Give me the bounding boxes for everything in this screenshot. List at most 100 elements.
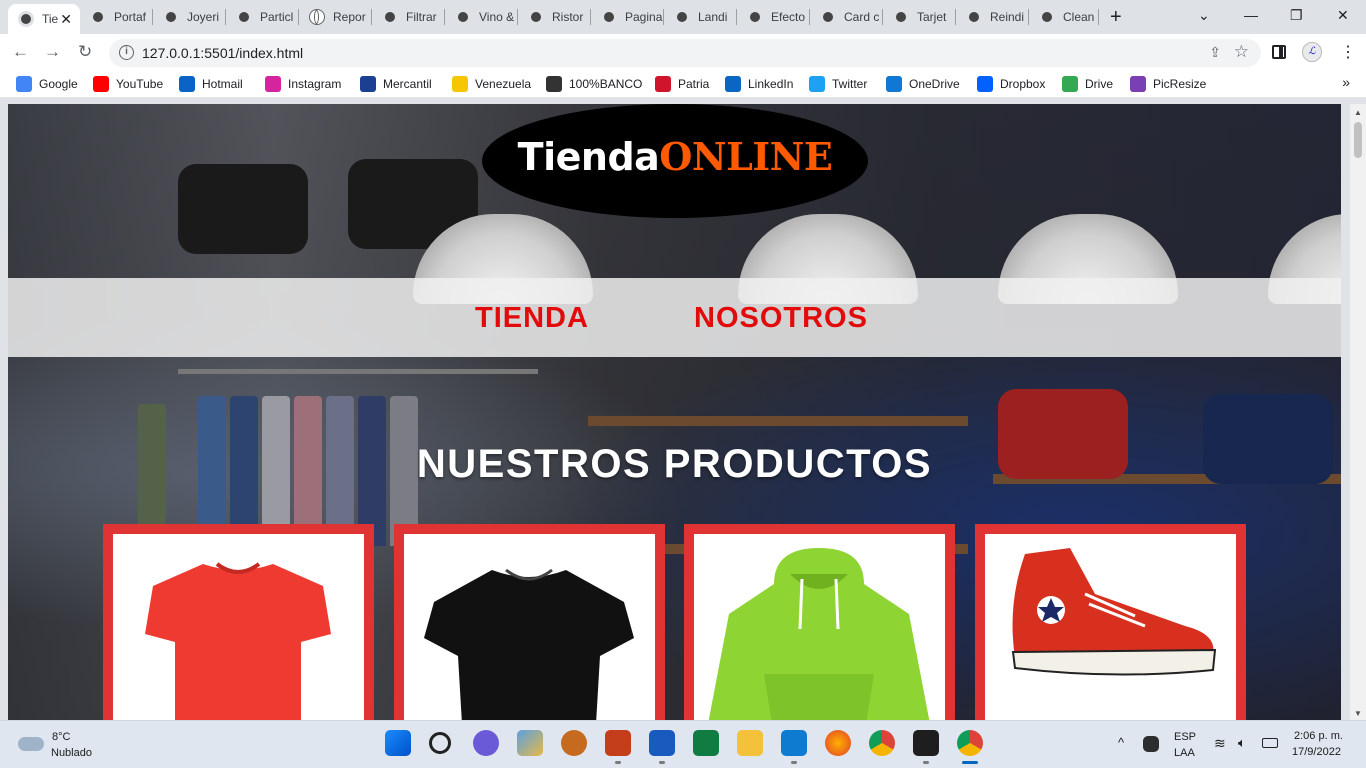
product-card[interactable]: [975, 524, 1246, 720]
browser-tab-bar: + ⌄ — ❐ ✕ Tie ✕ Portaf Joyeri Particl Repor Fi…: [0, 0, 1366, 34]
start-button-icon[interactable]: [385, 730, 411, 756]
nav-link-tienda[interactable]: TIENDA: [475, 302, 589, 335]
browser-tab[interactable]: Card c: [810, 4, 883, 30]
main-navigation: TIENDA NOSOTROS: [8, 278, 1341, 357]
bookmark-item[interactable]: OneDrive: [886, 76, 960, 92]
nav-link-nosotros[interactable]: NOSOTROS: [694, 302, 868, 335]
tab-label: Particl: [260, 10, 294, 24]
scroll-up-arrow-icon[interactable]: ▲: [1354, 108, 1362, 117]
browser-tab[interactable]: Tarjet: [883, 4, 956, 30]
browser-tab[interactable]: Joyeri: [153, 4, 226, 30]
word-icon[interactable]: [649, 730, 675, 756]
browser-tab[interactable]: Ristor: [518, 4, 591, 30]
browser-tab[interactable]: Portaf: [80, 4, 153, 30]
chrome-profile-icon[interactable]: [957, 730, 983, 756]
volume-icon[interactable]: 🔈︎: [1238, 735, 1246, 751]
browser-tab[interactable]: Repor: [299, 4, 372, 30]
running-indicator: [659, 761, 665, 764]
url-text[interactable]: 127.0.0.1:5501/index.html: [142, 45, 303, 61]
page-scrollbar[interactable]: ▲ ▼: [1350, 104, 1366, 720]
input-language[interactable]: ESP: [1174, 731, 1196, 743]
product-card[interactable]: [684, 524, 955, 720]
photos-app-icon[interactable]: [517, 730, 543, 756]
bookmark-item[interactable]: LinkedIn: [725, 76, 793, 92]
new-tab-button[interactable]: +: [1110, 6, 1122, 29]
browser-tab[interactable]: Efecto: [737, 4, 810, 30]
profile-avatar[interactable]: ℒ: [1302, 42, 1322, 62]
firefox-icon[interactable]: [825, 730, 851, 756]
scroll-down-arrow-icon[interactable]: ▼: [1354, 709, 1362, 718]
dropbox-tray-icon[interactable]: [1143, 736, 1159, 752]
bookmark-item[interactable]: Twitter: [809, 76, 867, 92]
wifi-icon[interactable]: ≋: [1214, 735, 1226, 752]
excel-icon[interactable]: [693, 730, 719, 756]
scrollbar-thumb[interactable]: [1354, 122, 1362, 158]
bookmark-item[interactable]: Google: [16, 76, 78, 92]
bookmark-item[interactable]: Drive: [1062, 76, 1113, 92]
vscode-icon[interactable]: [781, 730, 807, 756]
keyboard-layout[interactable]: LAA: [1174, 747, 1195, 759]
site-logo[interactable]: TiendaONLINE: [482, 104, 868, 218]
forward-button[interactable]: →: [44, 42, 61, 62]
browser-tab[interactable]: Filtrar: [372, 4, 445, 30]
search-icon[interactable]: [429, 732, 451, 754]
bookmark-item[interactable]: Instagram: [265, 76, 341, 92]
bookmark-item[interactable]: PicResize: [1130, 76, 1206, 92]
browser-tab[interactable]: Tie ✕: [8, 4, 80, 34]
minimize-button[interactable]: —: [1244, 7, 1258, 23]
tab-label: Card c: [844, 10, 880, 24]
bookmark-item[interactable]: YouTube: [93, 76, 163, 92]
back-button[interactable]: ←: [12, 42, 29, 62]
browser-tab[interactable]: Landi: [664, 4, 737, 30]
show-hidden-icons-chevron-icon[interactable]: ^: [1118, 735, 1124, 750]
bookmark-label: Instagram: [288, 77, 342, 91]
bookmark-star-icon[interactable]: ☆: [1234, 42, 1249, 62]
tab-label: Landi: [698, 10, 728, 24]
product-card[interactable]: [103, 524, 374, 720]
bookmark-label: Patria: [678, 77, 710, 91]
browser-tab[interactable]: Vino &: [445, 4, 518, 30]
restore-button[interactable]: ❐: [1290, 7, 1303, 24]
favicon-icon: [382, 9, 398, 25]
clock-date[interactable]: 17/9/2022: [1292, 746, 1341, 758]
bookmarks-overflow-button[interactable]: »: [1342, 74, 1350, 90]
teams-chat-icon[interactable]: [473, 730, 499, 756]
tab-label: Vino &: [479, 10, 515, 24]
address-bar[interactable]: i 127.0.0.1:5501/index.html ⇪ ☆: [109, 39, 1261, 67]
bookmark-favicon-icon: [452, 76, 468, 92]
favicon-icon: [820, 9, 836, 25]
favicon-icon: [455, 9, 471, 25]
file-explorer-icon[interactable]: [737, 730, 763, 756]
bookmark-item[interactable]: Hotmail: [179, 76, 243, 92]
clock-time[interactable]: 2:06 p. m.: [1294, 730, 1343, 742]
terminal-icon[interactable]: [913, 730, 939, 756]
game-app-icon[interactable]: [561, 730, 587, 756]
bookmark-item[interactable]: Mercantil: [360, 76, 432, 92]
reload-button[interactable]: ↻: [78, 42, 92, 62]
close-window-button[interactable]: ✕: [1337, 7, 1349, 24]
tab-search-icon[interactable]: ⌄: [1198, 7, 1210, 24]
bookmark-item[interactable]: Patria: [655, 76, 709, 92]
bookmark-favicon-icon: [1062, 76, 1078, 92]
chrome-icon[interactable]: [869, 730, 895, 756]
browser-tab[interactable]: Pagina: [591, 4, 664, 30]
battery-icon[interactable]: [1262, 738, 1278, 748]
powerpoint-icon[interactable]: [605, 730, 631, 756]
share-icon[interactable]: ⇪: [1209, 44, 1221, 61]
product-card[interactable]: [394, 524, 665, 720]
browser-tab[interactable]: Particl: [226, 4, 299, 30]
favicon-icon: [747, 9, 763, 25]
browser-tab[interactable]: Clean: [1029, 4, 1099, 30]
site-info-icon[interactable]: i: [119, 45, 134, 60]
side-panel-icon[interactable]: [1272, 45, 1286, 59]
browser-tab[interactable]: Reindi: [956, 4, 1029, 30]
bookmarks-bar: » Google YouTube Hotmail Instagram Mercantil…: [0, 70, 1366, 98]
tab-close-icon[interactable]: ✕: [60, 11, 72, 28]
logo-part-tienda: Tienda: [517, 135, 660, 179]
favicon-icon: [236, 9, 252, 25]
bookmark-item[interactable]: Venezuela: [452, 76, 531, 92]
browser-menu-icon[interactable]: ⋮: [1340, 42, 1356, 62]
bookmark-label: LinkedIn: [748, 77, 794, 91]
bookmark-item[interactable]: 100%BANCO: [546, 76, 642, 92]
bookmark-item[interactable]: Dropbox: [977, 76, 1045, 92]
